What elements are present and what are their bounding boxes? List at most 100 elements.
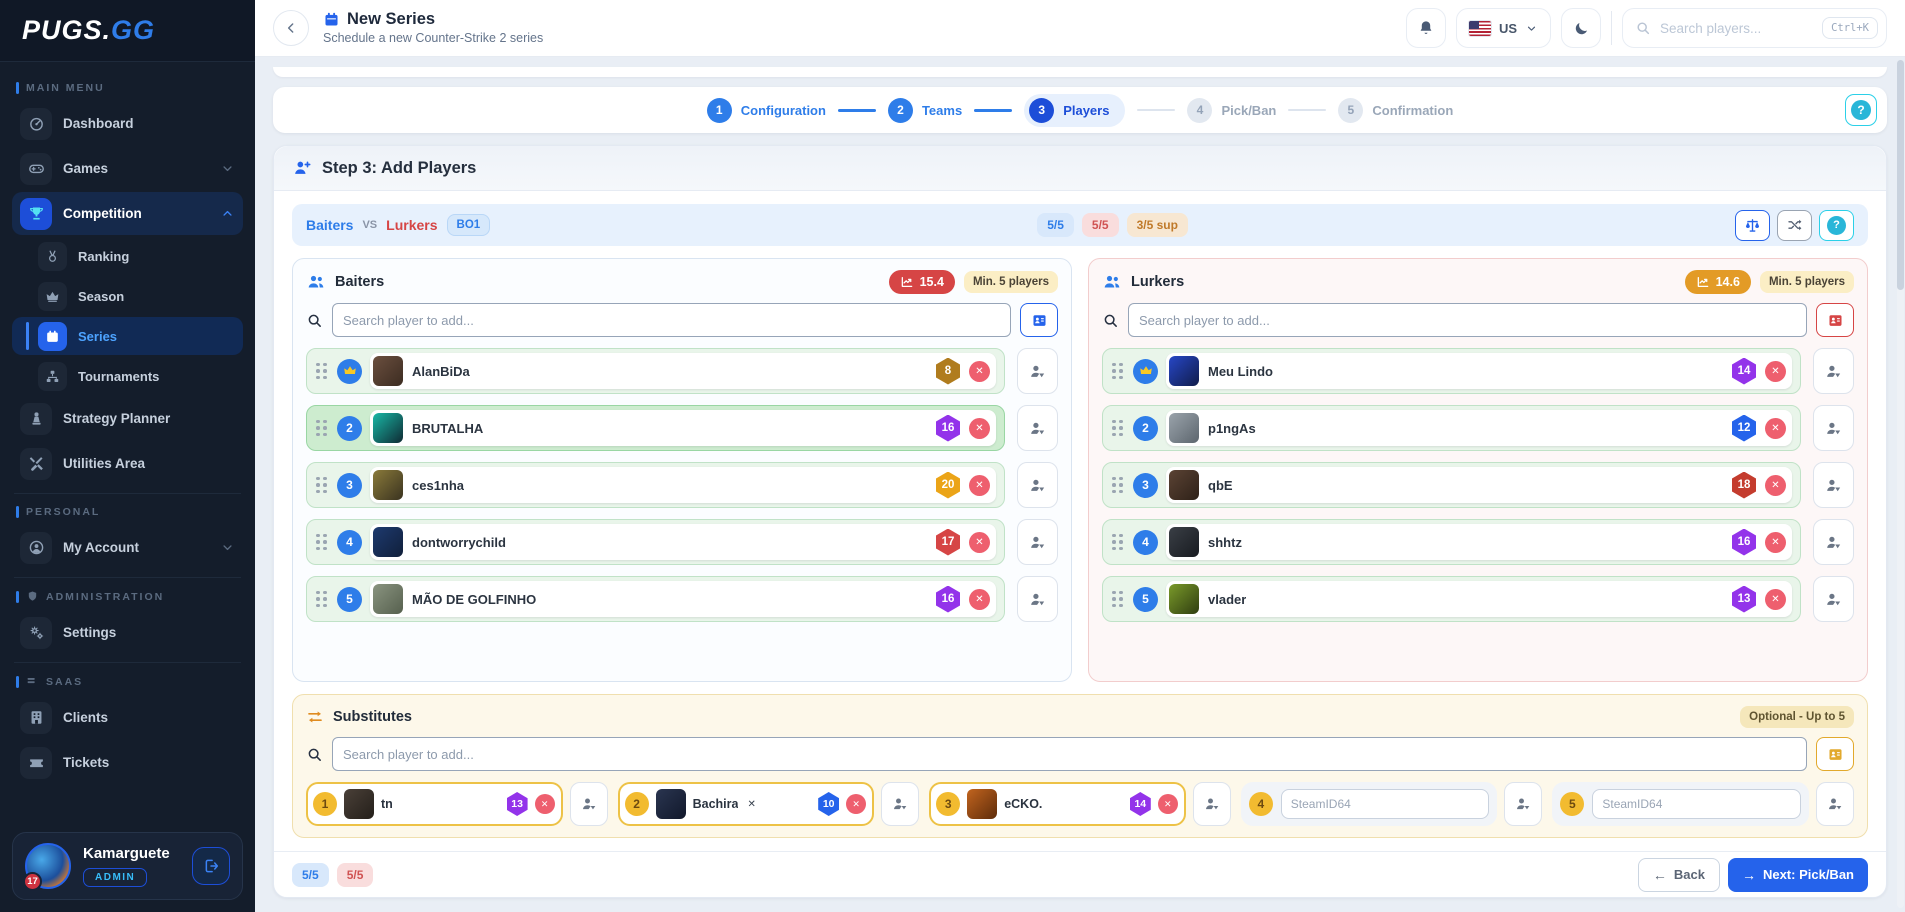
step-pick-ban[interactable]: 4 Pick/Ban bbox=[1187, 98, 1276, 123]
assign-substitute-button[interactable] bbox=[1017, 462, 1058, 508]
sidebar-item-settings[interactable]: Settings bbox=[12, 611, 243, 654]
team-player-search-input[interactable] bbox=[332, 303, 1011, 337]
back-button[interactable] bbox=[273, 10, 309, 46]
sidebar-item-ranking[interactable]: Ranking bbox=[12, 237, 243, 275]
sidebar-item-my-account[interactable]: My Account bbox=[12, 526, 243, 569]
drag-handle[interactable] bbox=[314, 532, 329, 553]
drag-handle[interactable] bbox=[314, 361, 329, 382]
remove-substitute-button[interactable]: ✕ bbox=[846, 794, 866, 814]
assign-substitute-button[interactable] bbox=[1504, 782, 1542, 826]
sidebar-item-utilities-area[interactable]: Utilities Area bbox=[12, 442, 243, 485]
remove-player-button[interactable]: ✕ bbox=[969, 361, 990, 382]
add-by-id-button[interactable] bbox=[1816, 303, 1854, 337]
sidebar-item-clients[interactable]: Clients bbox=[12, 696, 243, 739]
scrollbar-thumb[interactable] bbox=[1897, 60, 1904, 290]
step-connector bbox=[838, 109, 876, 112]
drag-handle[interactable] bbox=[1110, 418, 1125, 439]
step-teams[interactable]: 2 Teams bbox=[888, 98, 962, 123]
remove-player-button[interactable]: ✕ bbox=[1765, 475, 1786, 496]
remove-player-button[interactable]: ✕ bbox=[1765, 361, 1786, 382]
assign-substitute-button[interactable] bbox=[1017, 405, 1058, 451]
team-panel-baiters: Baiters 15.4 Min. 5 players AlanBiDa 8 ✕ bbox=[292, 258, 1072, 682]
remove-player-button[interactable]: ✕ bbox=[969, 418, 990, 439]
team-a-count-badge: 5/5 bbox=[292, 863, 329, 887]
global-search[interactable]: Ctrl+K bbox=[1622, 8, 1887, 48]
section-label: PERSONAL bbox=[16, 506, 239, 518]
section-label: ADMINISTRATION bbox=[16, 590, 239, 603]
substitutes-search-input[interactable] bbox=[332, 737, 1807, 771]
notifications-button[interactable] bbox=[1406, 8, 1446, 48]
player-rating-badge: 13 bbox=[1732, 586, 1756, 613]
steamid-input[interactable] bbox=[1592, 789, 1801, 819]
substitutes-add-by-id-button[interactable] bbox=[1816, 737, 1854, 771]
logout-button[interactable] bbox=[192, 847, 230, 885]
sidebar-item-competition[interactable]: Competition bbox=[12, 192, 243, 235]
sidebar-item-dashboard[interactable]: Dashboard bbox=[12, 102, 243, 145]
drag-handle[interactable] bbox=[314, 475, 329, 496]
team-player-search-input[interactable] bbox=[1128, 303, 1807, 337]
assign-substitute-button[interactable] bbox=[1017, 576, 1058, 622]
search-icon bbox=[1635, 20, 1651, 36]
trophy-icon bbox=[28, 205, 45, 222]
assign-substitute-button[interactable] bbox=[1017, 519, 1058, 565]
assign-substitute-button[interactable] bbox=[1816, 782, 1854, 826]
remove-player-button[interactable]: ✕ bbox=[969, 532, 990, 553]
user-card[interactable]: 17 Kamarguete ADMIN bbox=[12, 832, 243, 900]
back-step-button[interactable]: ←Back bbox=[1638, 858, 1720, 892]
brand-logo[interactable]: PUGS.GG bbox=[22, 15, 155, 46]
step-number: 2 bbox=[888, 98, 913, 123]
add-by-id-button[interactable] bbox=[1020, 303, 1058, 337]
sidebar-item-strategy-planner[interactable]: Strategy Planner bbox=[12, 397, 243, 440]
remove-player-button[interactable]: ✕ bbox=[969, 475, 990, 496]
shuffle-teams-button[interactable] bbox=[1777, 210, 1812, 241]
assign-substitute-button[interactable] bbox=[570, 782, 608, 826]
scrollbar[interactable] bbox=[1897, 60, 1904, 908]
drag-handle[interactable] bbox=[1110, 589, 1125, 610]
balance-teams-button[interactable] bbox=[1735, 210, 1770, 241]
name-x-icon[interactable]: ✕ bbox=[747, 799, 755, 810]
sidebar-item-tickets[interactable]: Tickets bbox=[12, 741, 243, 784]
step-players[interactable]: 3 Players bbox=[1024, 94, 1125, 127]
player-line: 4 shhtz 16 ✕ bbox=[1102, 519, 1854, 565]
remove-substitute-button[interactable]: ✕ bbox=[1158, 794, 1178, 814]
player-line: AlanBiDa 8 ✕ bbox=[306, 348, 1058, 394]
language-selector[interactable]: US bbox=[1456, 8, 1551, 48]
step-confirmation[interactable]: 5 Confirmation bbox=[1338, 98, 1453, 123]
dark-mode-toggle[interactable] bbox=[1561, 8, 1601, 48]
sidebar-item-series[interactable]: Series bbox=[12, 317, 243, 355]
player-list: AlanBiDa 8 ✕ 2 BRUTALHA 16 ✕ bbox=[306, 348, 1058, 622]
assign-substitute-button[interactable] bbox=[1017, 348, 1058, 394]
drag-handle[interactable] bbox=[1110, 361, 1125, 382]
assign-substitute-button[interactable] bbox=[881, 782, 919, 826]
assign-substitute-button[interactable] bbox=[1193, 782, 1231, 826]
remove-player-button[interactable]: ✕ bbox=[969, 589, 990, 610]
remove-player-button[interactable]: ✕ bbox=[1765, 532, 1786, 553]
sidebar-item-season[interactable]: Season bbox=[12, 277, 243, 315]
sidebar-item-games[interactable]: Games bbox=[12, 147, 243, 190]
remove-player-button[interactable]: ✕ bbox=[1765, 589, 1786, 610]
assign-substitute-button[interactable] bbox=[1813, 405, 1854, 451]
min-players-badge: Min. 5 players bbox=[1760, 271, 1854, 293]
next-step-button[interactable]: →Next: Pick/Ban bbox=[1728, 858, 1868, 892]
assign-substitute-button[interactable] bbox=[1813, 348, 1854, 394]
assign-substitute-button[interactable] bbox=[1813, 519, 1854, 565]
steamid-input[interactable] bbox=[1281, 789, 1490, 819]
add-by-id-icon bbox=[1827, 312, 1844, 329]
remove-player-button[interactable]: ✕ bbox=[1765, 418, 1786, 439]
assign-substitute-button[interactable] bbox=[1813, 576, 1854, 622]
substitute-number-badge: 1 bbox=[313, 792, 337, 816]
drag-handle[interactable] bbox=[1110, 475, 1125, 496]
chevron-down-icon bbox=[1525, 22, 1538, 35]
remove-substitute-button[interactable]: ✕ bbox=[535, 794, 555, 814]
stepper-help-button[interactable]: ? bbox=[1845, 94, 1877, 126]
player-name: shhtz bbox=[1208, 535, 1242, 550]
global-search-input[interactable] bbox=[1660, 21, 1813, 36]
match-help-button[interactable]: ? bbox=[1819, 210, 1854, 241]
drag-handle[interactable] bbox=[314, 589, 329, 610]
series-format-badge[interactable]: BO1 bbox=[447, 214, 491, 236]
drag-handle[interactable] bbox=[1110, 532, 1125, 553]
step-configuration[interactable]: 1 Configuration bbox=[707, 98, 826, 123]
sidebar-item-tournaments[interactable]: Tournaments bbox=[12, 357, 243, 395]
drag-handle[interactable] bbox=[314, 418, 329, 439]
assign-substitute-button[interactable] bbox=[1813, 462, 1854, 508]
